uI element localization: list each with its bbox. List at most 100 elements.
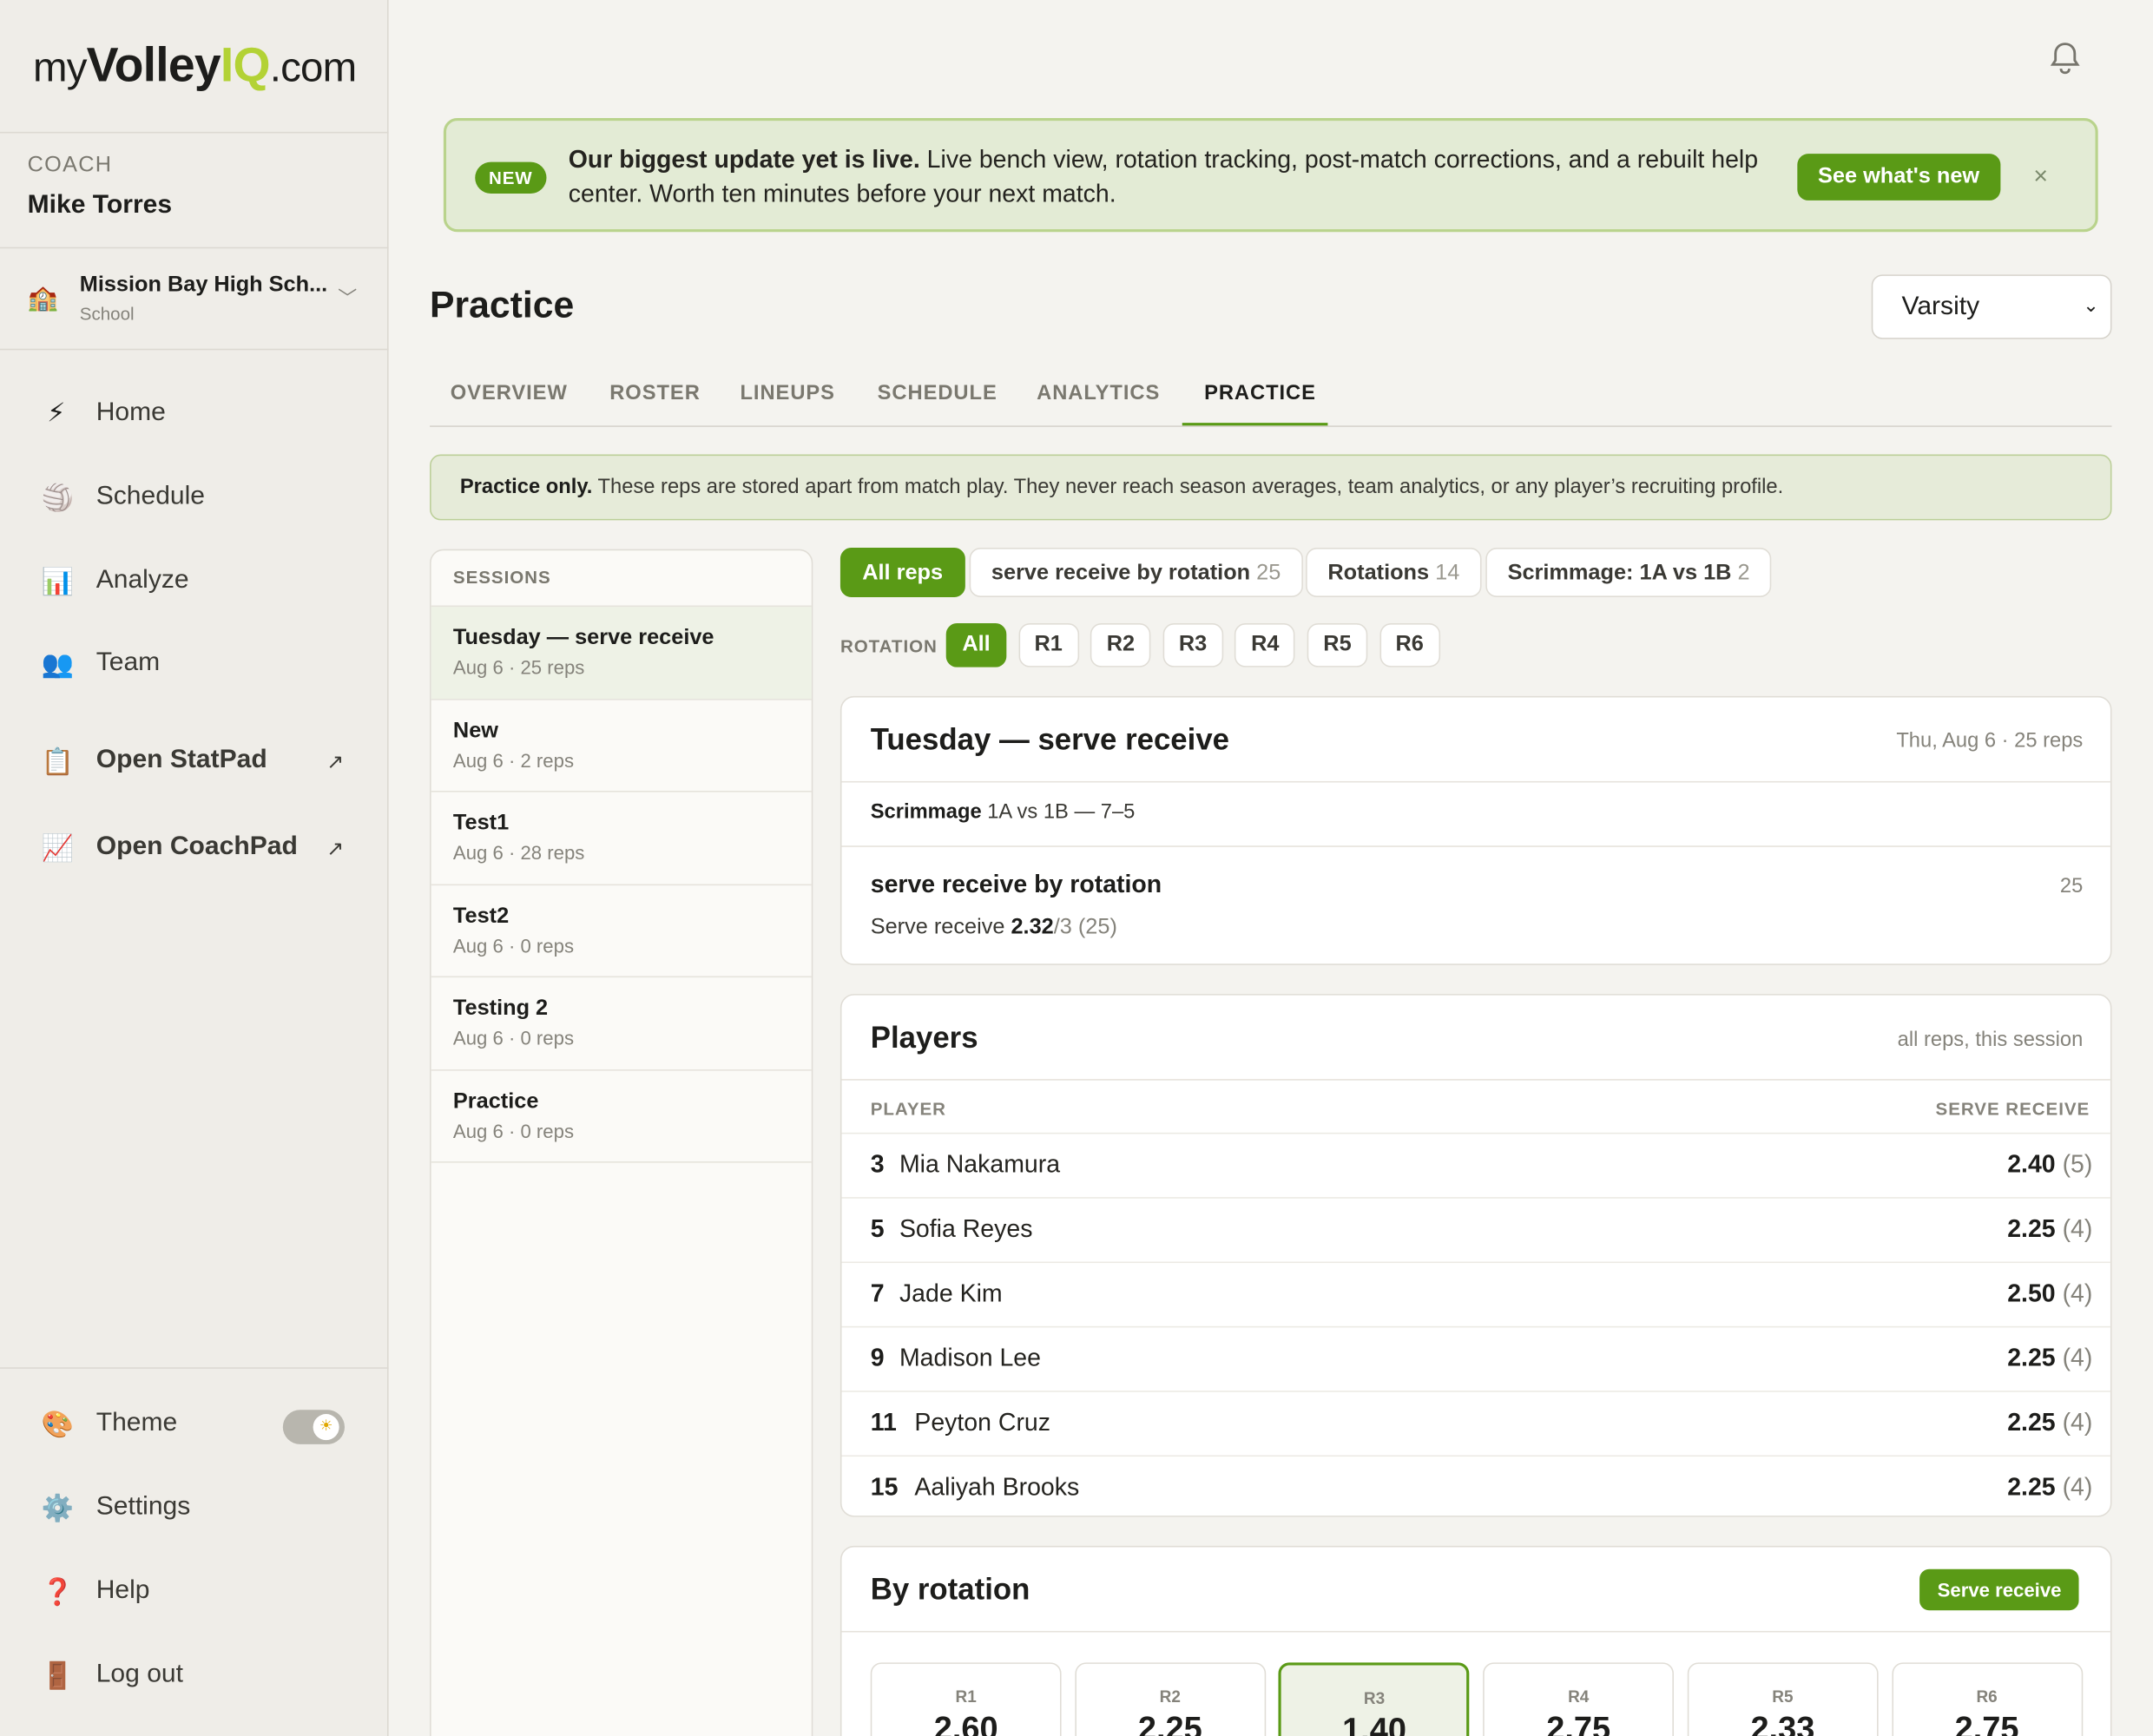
nav-item-schedule[interactable]: 🏐 Schedule [0, 465, 389, 534]
tab-analytics[interactable]: ANALYTICS [1037, 382, 1160, 405]
stat-label: Serve receive [870, 915, 1011, 939]
banner-text: Our biggest update yet is live. Live ben… [569, 142, 1777, 211]
players-card: Players all reps, this session PLAYER SE… [839, 994, 2112, 1517]
chevron-down-icon: ⌄ [2083, 293, 2099, 316]
app-root: my Volley IQ .com COACH Mike Torres 🏫 Missi… [0, 0, 2153, 1736]
sessions-panel: SESSIONS Tuesday — serve receive Aug 6 · … [430, 549, 813, 1736]
filter-chip-serve-receive-by-rotation[interactable]: serve receive by rotation 25 [969, 548, 1303, 597]
sidebar: my Volley IQ .com COACH Mike Torres 🏫 Missi… [0, 0, 389, 1736]
session-name: Test1 [452, 811, 510, 835]
filter-chip-rotations[interactable]: Rotations 14 [1306, 548, 1482, 597]
column-header-serve-receive[interactable]: SERVE RECEIVE [1936, 1098, 2090, 1119]
divider [841, 1630, 2110, 1633]
nav-item-open-statpad[interactable]: 📋 Open StatPad ↗ [0, 729, 389, 798]
nav-item-analyze[interactable]: 📊 Analyze [0, 549, 389, 618]
serve-receive-button[interactable]: Serve receive [1919, 1568, 2080, 1611]
session-item[interactable]: Testing 2 Aug 6 · 0 reps [431, 976, 812, 1070]
bell-icon[interactable] [2050, 41, 2080, 82]
nav-item-log-out[interactable]: 🚪 Log out [0, 1643, 389, 1712]
players-title: Players [870, 1020, 978, 1055]
nav-item-help[interactable]: ❓ Help [0, 1560, 389, 1628]
session-item[interactable]: Test1 Aug 6 · 28 reps [431, 791, 812, 884]
lightning-icon: ⚡ [47, 399, 66, 429]
tab-overview[interactable]: OVERVIEW [451, 382, 568, 405]
see-whats-new-button[interactable]: See what's new [1797, 154, 2000, 201]
session-name: Test2 [452, 904, 510, 928]
banner-headline: Our biggest update yet is live. [568, 145, 920, 174]
sun-icon: ☀ [313, 1414, 339, 1441]
player-name: Peyton Cruz [914, 1408, 1050, 1437]
new-badge: NEW [475, 161, 547, 194]
nav-item-label: Schedule [95, 482, 206, 511]
nav-item-label: Team [95, 648, 161, 677]
school-switcher[interactable]: 🏫 Mission Bay High Sch... School ﹀ [0, 248, 389, 348]
close-icon[interactable]: × [2033, 162, 2048, 191]
session-item[interactable]: Test2 Aug 6 · 0 reps [431, 883, 812, 977]
logo[interactable]: my Volley IQ .com [33, 38, 357, 93]
rotation-chip-r3[interactable]: R3 [1162, 623, 1223, 667]
rotation-tile-value: 2.75 [1546, 1710, 1611, 1736]
serve-receive-average: 2.25 [2007, 1214, 2056, 1243]
team-select[interactable]: Varsity ⌄ [1871, 274, 2112, 339]
drill-count: 25 [2059, 874, 2084, 898]
rotation-chip-r4[interactable]: R4 [1235, 623, 1296, 667]
session-meta: Aug 6 · 0 reps [452, 1027, 575, 1049]
nav-item-label: Theme [95, 1408, 178, 1437]
rotation-tile-r2[interactable]: R2 2.25 [1074, 1662, 1266, 1736]
logo-volley: Volley [86, 38, 221, 92]
player-row[interactable]: 15 Aaliyah Brooks 2.25 (4) [841, 1455, 2110, 1516]
session-item[interactable]: Tuesday — serve receive Aug 6 · 25 reps [431, 605, 812, 700]
nav-item-label: Home [95, 398, 166, 427]
session-item[interactable]: Practice Aug 6 · 0 reps [431, 1069, 812, 1162]
scrimmage-row[interactable]: Scrimmage 1A vs 1B — 7–5 [871, 800, 1136, 824]
filter-chip-all-reps[interactable]: All reps [839, 548, 965, 597]
school-icon: 🏫 [27, 284, 59, 312]
tab-practice[interactable]: PRACTICE [1204, 382, 1316, 405]
rotation-tile-r5[interactable]: R5 2.33 [1687, 1662, 1879, 1736]
rotation-tile-label: R3 [1363, 1688, 1386, 1708]
player-row[interactable]: 9 Madison Lee 2.25 (4) [841, 1325, 2110, 1391]
divider [841, 1079, 2110, 1081]
rotation-chip-r1[interactable]: R1 [1017, 623, 1079, 667]
session-name: Practice [452, 1088, 539, 1113]
serve-receive-count: (4) [2062, 1408, 2093, 1437]
serve-receive-value: 2.25 (4) [2007, 1215, 2092, 1244]
sessions-header: SESSIONS [452, 567, 551, 588]
volleyball-icon: 🏐 [41, 484, 74, 514]
nav-item-label: Help [95, 1575, 150, 1605]
tab-roster[interactable]: ROSTER [609, 382, 701, 405]
rotation-chip-r6[interactable]: R6 [1379, 623, 1440, 667]
serve-receive-value: 2.25 (4) [2007, 1473, 2092, 1502]
rotation-tile-r4[interactable]: R4 2.75 [1483, 1662, 1675, 1736]
player-row[interactable]: 3 Mia Nakamura 2.40 (5) [841, 1132, 2110, 1197]
serve-receive-average: 2.25 [2007, 1408, 2056, 1437]
player-row[interactable]: 11 Peyton Cruz 2.25 (4) [841, 1391, 2110, 1455]
scrimmage-text: 1A vs 1B — 7–5 [981, 800, 1136, 824]
filter-chip-scrimmage-1a-vs-1b[interactable]: Scrimmage: 1A vs 1B 2 [1485, 548, 1772, 597]
nav-item-home[interactable]: ⚡ Home [0, 382, 389, 450]
external-link-icon: ↗ [326, 837, 345, 861]
serve-receive-count: (5) [2062, 1150, 2093, 1179]
player-row[interactable]: 5 Sofia Reyes 2.25 (4) [841, 1197, 2110, 1261]
school-name: Mission Bay High Sch... [79, 273, 328, 297]
session-name: Tuesday — serve receive [452, 626, 714, 650]
nav-item-open-coachpad[interactable]: 📈 Open CoachPad ↗ [0, 815, 389, 884]
rotation-chip-r5[interactable]: R5 [1307, 623, 1368, 667]
logo-iq: IQ [220, 38, 271, 92]
coach-name: Mike Torres [27, 190, 173, 220]
session-item[interactable]: New Aug 6 · 2 reps [431, 698, 812, 792]
rotation-chip-r2[interactable]: R2 [1090, 623, 1151, 667]
nav-item-team[interactable]: 👥 Team [0, 632, 389, 700]
tab-lineups[interactable]: LINEUPS [740, 382, 834, 405]
rotation-chip-all[interactable]: All [945, 623, 1007, 667]
tab-schedule[interactable]: SCHEDULE [878, 382, 997, 405]
drill-name[interactable]: serve receive by rotation [871, 871, 1162, 899]
nav-item-settings[interactable]: ⚙️ Settings [0, 1476, 389, 1544]
rotation-tile-r6[interactable]: R6 2.75 [1891, 1662, 2083, 1736]
filter-chip-count: 2 [1737, 561, 1750, 585]
rotation-tile-r3[interactable]: R3 1.40 [1279, 1662, 1470, 1736]
theme-toggle[interactable]: ☀ [282, 1410, 345, 1444]
player-name: Aaliyah Brooks [914, 1473, 1080, 1501]
player-row[interactable]: 7 Jade Kim 2.50 (4) [841, 1261, 2110, 1325]
rotation-tile-r1[interactable]: R1 2.60 [870, 1662, 1062, 1736]
